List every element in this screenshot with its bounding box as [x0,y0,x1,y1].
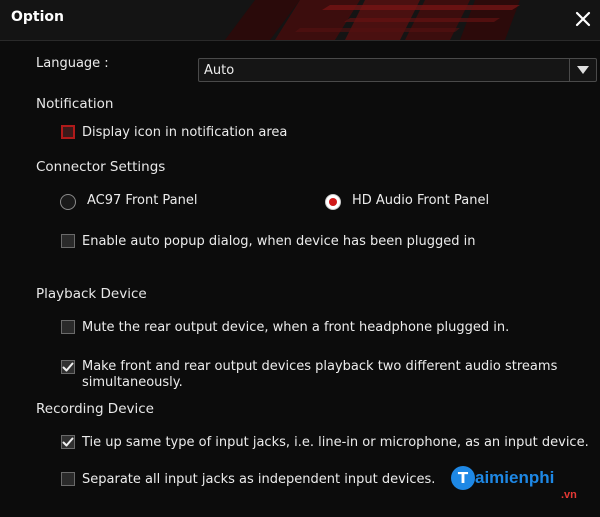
ac97-front-panel-radio[interactable] [60,194,76,210]
watermark-logo-mark: T [451,466,475,490]
tie-up-label: Tie up same type of input jacks, i.e. li… [82,435,589,450]
title-bar-decoration [225,0,520,40]
check-icon [62,362,74,372]
chevron-down-icon [577,66,589,74]
display-icon-checkbox[interactable] [61,125,75,139]
language-label: Language : [36,56,109,71]
mute-rear-checkbox[interactable] [61,320,75,334]
language-dropdown-button[interactable] [569,59,596,81]
check-icon [62,437,74,447]
playback-device-heading: Playback Device [36,286,147,302]
close-button[interactable] [570,6,596,32]
language-select[interactable]: Auto [198,58,597,82]
recording-device-heading: Recording Device [36,401,154,417]
two-streams-label-line1: Make front and rear output devices playb… [82,359,558,374]
hd-audio-front-panel-label: HD Audio Front Panel [352,193,490,208]
tie-up-checkbox[interactable] [61,435,75,449]
title-bar: Option [0,0,600,41]
two-streams-label-line2: simultaneously. [82,375,183,390]
watermark-logo: T aimienphi .vn [451,466,591,506]
notification-heading: Notification [36,96,114,112]
language-select-value: Auto [204,63,235,78]
ac97-front-panel-label: AC97 Front Panel [87,193,198,208]
watermark-tld: .vn [561,489,577,501]
watermark-brand: aimienphi [475,468,555,487]
auto-popup-label: Enable auto popup dialog, when device ha… [82,234,476,249]
display-icon-label: Display icon in notification area [82,125,288,140]
window-title: Option [11,9,64,25]
separate-jacks-label: Separate all input jacks as independent … [82,472,436,487]
separate-jacks-checkbox[interactable] [61,472,75,486]
connector-settings-heading: Connector Settings [36,159,166,175]
hd-audio-front-panel-radio[interactable] [325,194,341,210]
auto-popup-checkbox[interactable] [61,234,75,248]
mute-rear-label: Mute the rear output device, when a fron… [82,320,510,335]
two-streams-checkbox[interactable] [61,360,75,374]
close-icon [575,11,591,27]
